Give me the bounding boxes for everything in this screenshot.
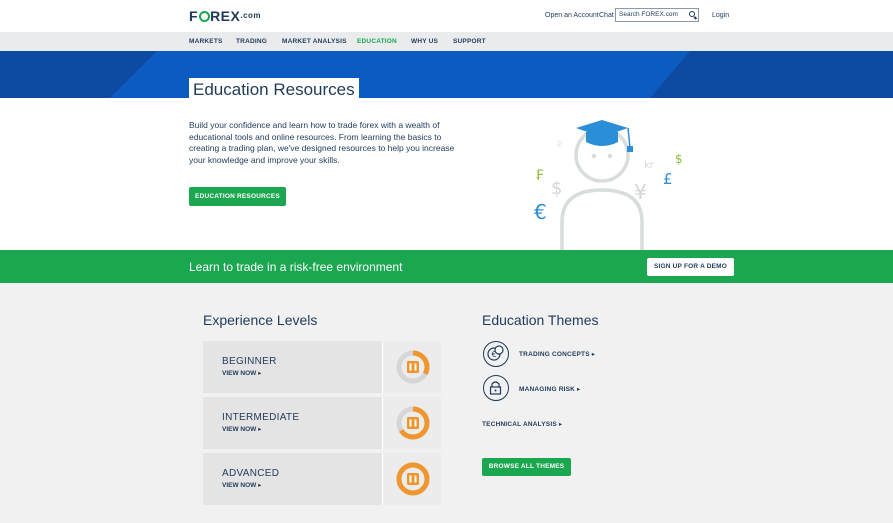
dollar-gray-icon: $ xyxy=(551,178,563,199)
ruble-icon: ₽ xyxy=(557,140,563,149)
progress-ring-icon xyxy=(396,462,430,496)
nav-item-support[interactable]: SUPPORT xyxy=(453,38,486,45)
search-placeholder: Search FOREX.com xyxy=(619,11,678,18)
education-resources-button[interactable]: EDUCATION RESOURCES xyxy=(189,187,286,206)
level-card-advanced[interactable]: ADVANCED VIEW NOW ▸ xyxy=(203,453,441,505)
experience-levels-heading: Experience Levels xyxy=(203,312,318,328)
level-progress-box xyxy=(382,341,441,393)
view-now-link[interactable]: VIEW NOW ▸ xyxy=(222,481,261,489)
dollar-green-icon: $ xyxy=(675,152,683,166)
learning-section: Experience Levels BEGINNER VIEW NOW ▸ IN… xyxy=(0,283,893,523)
level-label: ADVANCED xyxy=(222,468,280,479)
demo-cta-text: Learn to trade in a risk-free environmen… xyxy=(189,260,403,274)
nav-item-why-us[interactable]: WHY US xyxy=(411,38,438,45)
education-themes-heading: Education Themes xyxy=(482,312,599,328)
level-progress-box xyxy=(382,397,441,449)
krona-icon: kr xyxy=(644,160,654,171)
euro-icon: € xyxy=(534,200,547,224)
level-label: INTERMEDIATE xyxy=(222,412,300,423)
coins-icon[interactable]: € xyxy=(483,341,509,367)
nav-item-education[interactable]: EDUCATION xyxy=(357,38,397,45)
graduate-figure-icon xyxy=(560,120,644,250)
open-account-link[interactable]: Open an Account xyxy=(545,12,599,19)
nav-item-trading[interactable]: TRADING xyxy=(236,38,267,45)
yen-icon: ¥ xyxy=(634,180,647,204)
progress-ring-icon xyxy=(396,350,430,384)
nav-item-markets[interactable]: MARKETS xyxy=(189,38,223,45)
hero-description: Build your confidence and learn how to t… xyxy=(189,120,455,165)
pound-icon: £ xyxy=(663,170,673,188)
logo-ring-icon xyxy=(198,11,210,22)
nav-item-market-analysis[interactable]: MARKET ANALYSIS xyxy=(282,38,347,45)
level-card-intermediate[interactable]: INTERMEDIATE VIEW NOW ▸ xyxy=(203,397,441,449)
progress-ring-icon xyxy=(396,406,430,440)
view-now-link[interactable]: VIEW NOW ▸ xyxy=(222,425,261,433)
page-title: Education Resources xyxy=(189,78,359,100)
login-link[interactable]: Login xyxy=(712,12,729,19)
franc-icon: ₣ xyxy=(535,168,544,184)
chat-link[interactable]: Chat xyxy=(599,12,614,19)
main-nav: MARKETS TRADING MARKET ANALYSIS EDUCATIO… xyxy=(0,32,893,51)
hero-banner xyxy=(0,51,893,98)
sign-up-demo-button[interactable]: SIGN UP FOR A DEMO xyxy=(647,258,734,276)
browse-all-themes-button[interactable]: BROWSE ALL THEMES xyxy=(482,458,571,476)
theme-managing-risk[interactable]: MANAGING RISK ▸ xyxy=(519,385,581,393)
level-card-beginner[interactable]: BEGINNER VIEW NOW ▸ xyxy=(203,341,441,393)
view-now-link[interactable]: VIEW NOW ▸ xyxy=(222,369,261,377)
search-icon[interactable] xyxy=(689,11,695,17)
theme-trading-concepts[interactable]: TRADING CONCEPTS ▸ xyxy=(519,350,595,358)
forex-logo[interactable]: F REX.com xyxy=(189,8,261,24)
top-bar: F REX.com Open an Account Chat Search FOR… xyxy=(0,0,893,32)
search-input[interactable]: Search FOREX.com xyxy=(615,8,699,22)
level-label: BEGINNER xyxy=(222,356,277,367)
demo-cta-strip: Learn to trade in a risk-free environmen… xyxy=(0,250,893,283)
level-progress-box xyxy=(382,453,441,505)
graduate-illustration: ₽ ₣ $ € kr ¥ £ $ xyxy=(520,110,700,250)
theme-technical-analysis[interactable]: TECHNICAL ANALYSIS ▸ xyxy=(482,420,562,428)
lock-icon[interactable] xyxy=(483,375,509,401)
